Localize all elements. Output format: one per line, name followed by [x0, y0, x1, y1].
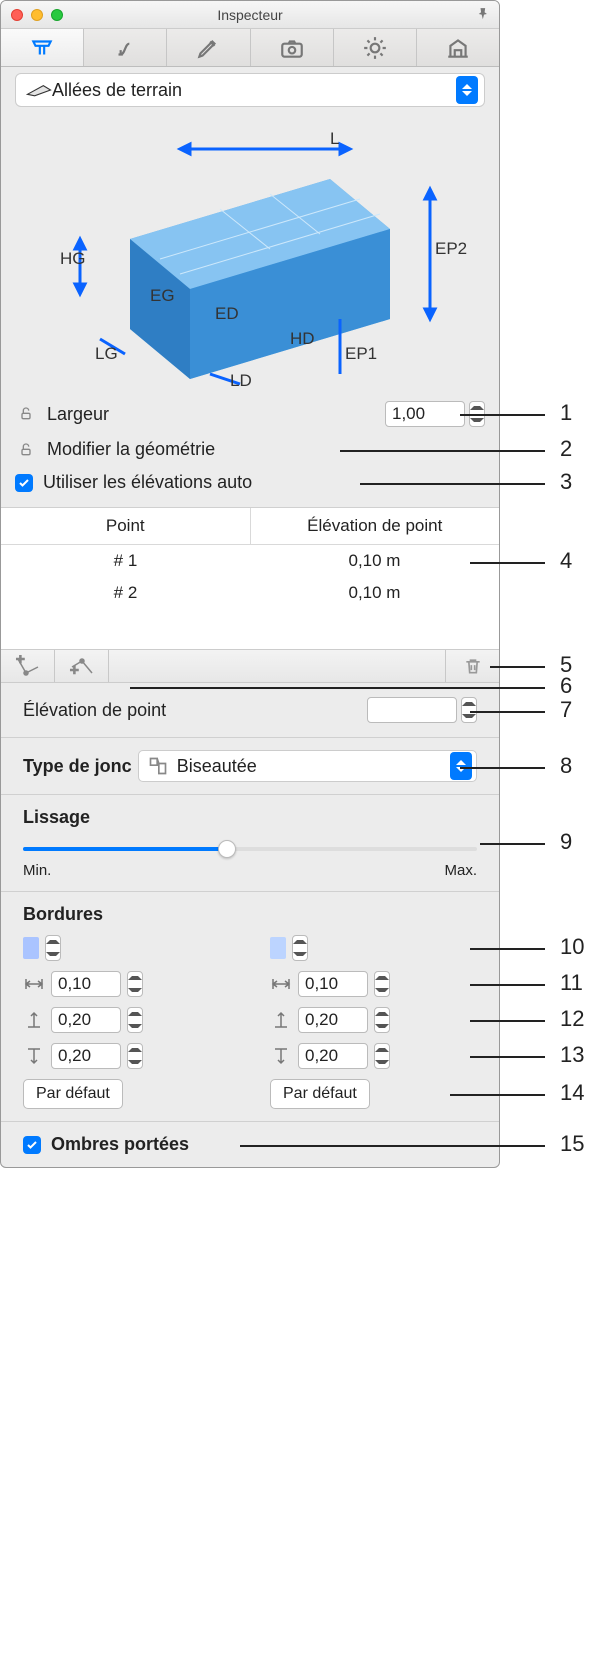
object-type-label: Allées de terrain — [52, 80, 456, 101]
unlock-icon[interactable] — [15, 406, 37, 422]
slider-max-label: Max. — [444, 862, 477, 879]
height-up-icon — [23, 1011, 45, 1029]
smoothing-slider[interactable] — [23, 838, 477, 860]
left-border-height-up-input[interactable] — [51, 1007, 121, 1033]
add-point-before-button[interactable]: + — [1, 650, 55, 682]
callout-6: 6 — [560, 673, 572, 699]
callout-13: 13 — [560, 1042, 584, 1068]
shadows-checkbox[interactable] — [23, 1136, 41, 1154]
callout-8: 8 — [560, 753, 572, 779]
tab-building[interactable] — [417, 29, 499, 66]
auto-elev-checkbox[interactable] — [15, 474, 33, 492]
point-elev-input[interactable] — [367, 697, 457, 723]
joint-type-label: Type de jonc — [23, 756, 132, 777]
tab-lighting[interactable] — [334, 29, 417, 66]
callout-14: 14 — [560, 1080, 584, 1106]
joint-type-select[interactable]: Biseautée — [138, 750, 477, 782]
path-icon — [26, 81, 52, 99]
right-border-width-input[interactable] — [298, 971, 368, 997]
callout-7: 7 — [560, 697, 572, 723]
right-border-width-stepper[interactable] — [374, 971, 390, 997]
width-icon — [23, 977, 45, 991]
height-down-icon — [270, 1047, 292, 1065]
right-border-profile-icon — [270, 937, 286, 959]
callout-2: 2 — [560, 436, 572, 462]
svg-text:+: + — [16, 655, 25, 668]
select-chevrons-icon — [456, 76, 478, 104]
right-border-height-up-input[interactable] — [298, 1007, 368, 1033]
left-border-width-stepper[interactable] — [127, 971, 143, 997]
width-icon — [270, 977, 292, 991]
tab-camera[interactable] — [251, 29, 334, 66]
right-border-height-down-input[interactable] — [298, 1043, 368, 1069]
callout-12: 12 — [560, 1006, 584, 1032]
left-border-height-down-input[interactable] — [51, 1043, 121, 1069]
add-point-after-button[interactable]: + — [55, 650, 109, 682]
height-down-icon — [23, 1047, 45, 1065]
inspector-tabs — [1, 29, 499, 67]
left-border-default-button[interactable]: Par défaut — [23, 1079, 123, 1109]
left-border-profile-icon — [23, 937, 39, 959]
borders-label: Bordures — [23, 904, 477, 925]
window-titlebar: Inspecteur — [1, 1, 499, 29]
right-border-profile-select[interactable] — [292, 935, 308, 961]
col-elevation[interactable]: Élévation de point — [250, 508, 500, 544]
callout-11: 11 — [560, 970, 583, 996]
tab-materials[interactable] — [84, 29, 167, 66]
left-border-height-down-stepper[interactable] — [127, 1043, 143, 1069]
col-point[interactable]: Point — [1, 508, 250, 544]
svg-text:+: + — [70, 662, 79, 677]
window-title: Inspecteur — [1, 7, 499, 23]
width-input[interactable] — [385, 401, 465, 427]
callout-4: 4 — [560, 548, 572, 574]
callout-1: 1 — [560, 400, 572, 426]
height-up-icon — [270, 1011, 292, 1029]
unlock-icon[interactable] — [15, 442, 37, 458]
bevel-icon — [147, 756, 169, 776]
right-border-height-up-stepper[interactable] — [374, 1007, 390, 1033]
object-type-select[interactable]: Allées de terrain — [15, 73, 485, 107]
point-elev-label: Élévation de point — [23, 700, 357, 721]
callout-10: 10 — [560, 934, 584, 960]
left-border-height-up-stepper[interactable] — [127, 1007, 143, 1033]
shadows-label: Ombres portées — [51, 1134, 189, 1155]
pin-icon[interactable] — [477, 7, 491, 25]
width-row: Largeur — [1, 395, 499, 433]
right-border-default-button[interactable]: Par défaut — [270, 1079, 370, 1109]
table-row[interactable]: # 2 0,10 m — [1, 577, 499, 609]
tab-dimensions[interactable] — [1, 29, 84, 66]
right-border-height-down-stepper[interactable] — [374, 1043, 390, 1069]
left-border-width-input[interactable] — [51, 971, 121, 997]
callout-3: 3 — [560, 469, 572, 495]
tab-edit[interactable] — [167, 29, 250, 66]
dimensions-diagram: L EP2 EP1 HG LG EG ED HD LD — [40, 119, 460, 389]
width-label: Largeur — [47, 404, 375, 425]
table-row[interactable]: # 1 0,10 m — [1, 545, 499, 577]
smoothing-label: Lissage — [23, 807, 477, 828]
left-border-profile-select[interactable] — [45, 935, 61, 961]
callout-15: 15 — [560, 1131, 584, 1157]
points-table: Point Élévation de point # 1 0,10 m # 2 … — [1, 507, 499, 683]
callout-9: 9 — [560, 829, 572, 855]
slider-min-label: Min. — [23, 862, 51, 879]
